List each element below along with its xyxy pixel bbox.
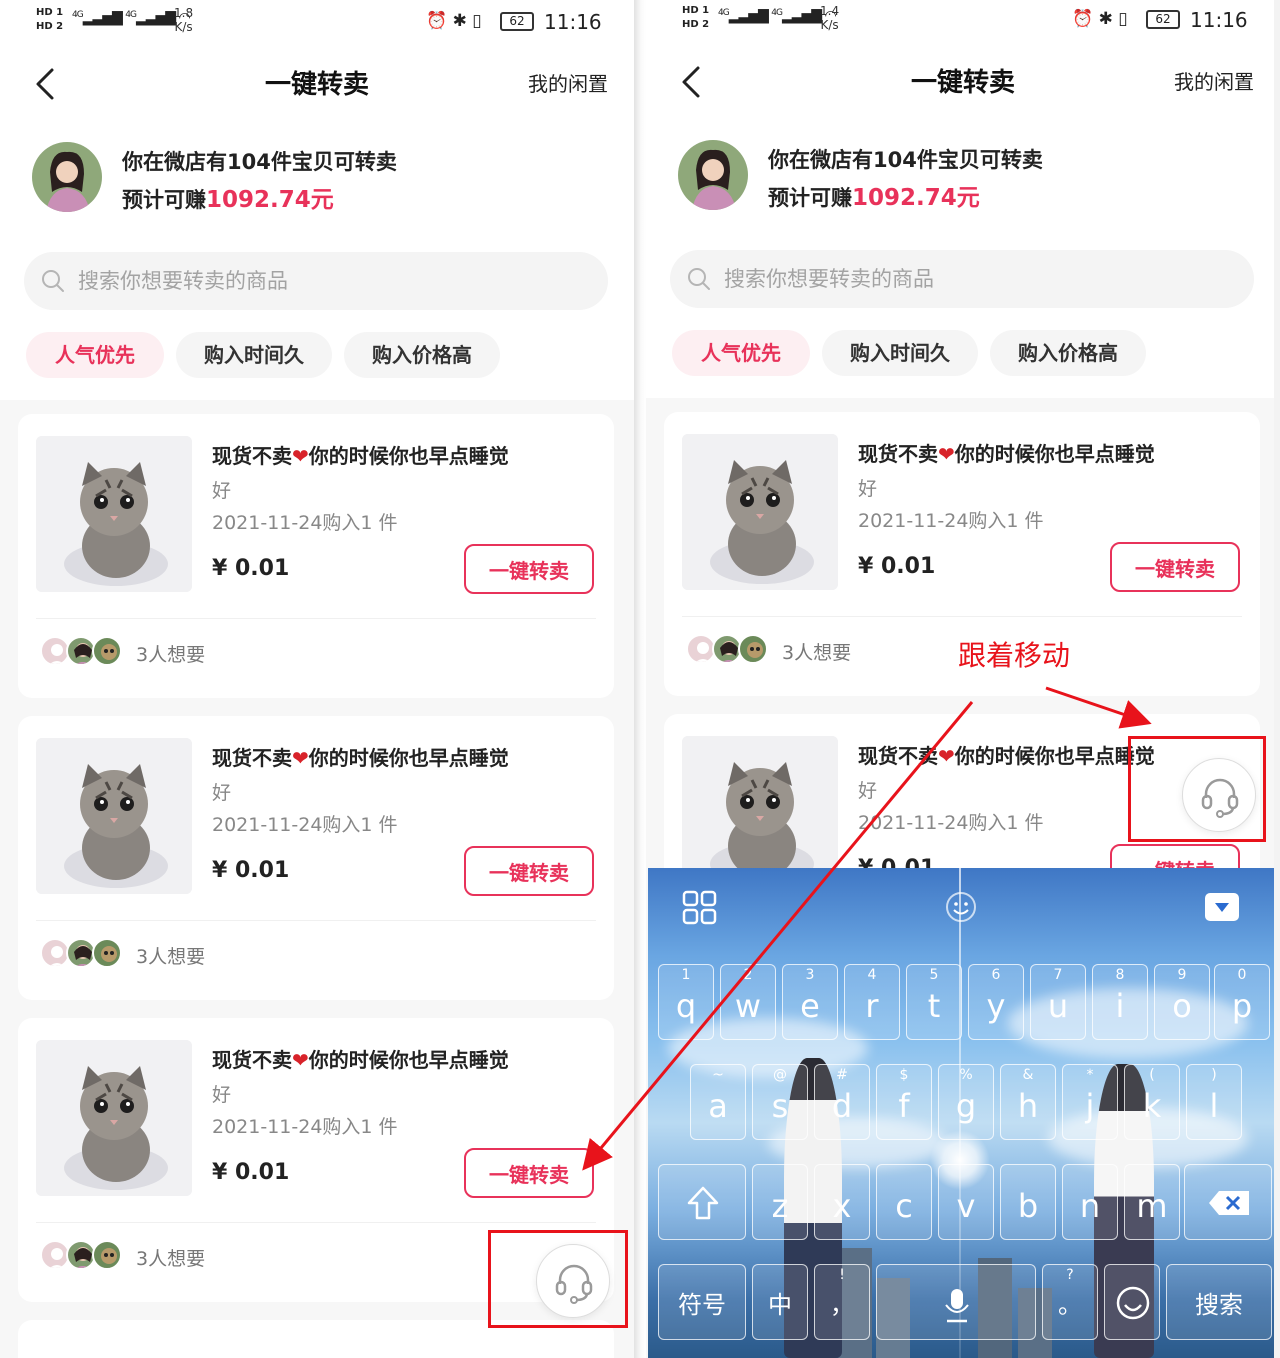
arrow-to-resell-button — [582, 701, 974, 1171]
arrow-to-moved-button — [1045, 686, 1152, 729]
annotation-arrows — [582, 686, 1152, 1171]
